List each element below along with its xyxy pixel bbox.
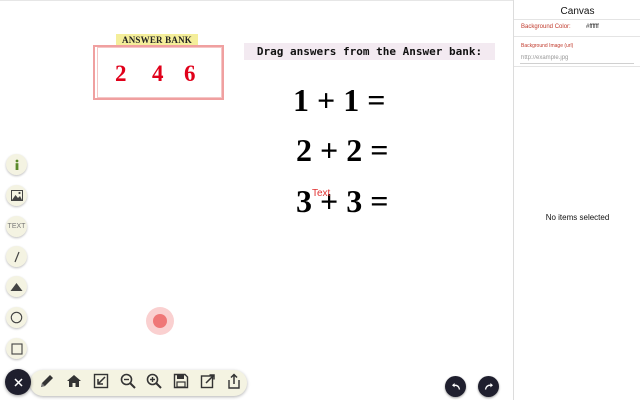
properties-panel: Canvas Background Color: #ffffff Backgro… [513, 0, 640, 400]
equation-1[interactable]: 1 + 1 = [293, 82, 385, 118]
pencil-icon [39, 373, 55, 394]
equation-2[interactable]: 2 + 2 = [296, 132, 388, 168]
touch-cursor [146, 307, 174, 335]
panel-divider [514, 66, 640, 67]
export-icon [200, 373, 216, 394]
background-color-label: Background Color: [521, 24, 571, 30]
info-tool-button[interactable] [6, 154, 27, 175]
zoom-in-icon [146, 373, 162, 394]
answer-2[interactable]: 2 [115, 60, 127, 88]
redo-icon [484, 378, 494, 396]
background-color-value[interactable]: #ffffff [586, 24, 599, 30]
image-tool-button[interactable] [6, 185, 27, 206]
answer-6[interactable]: 6 [184, 60, 196, 88]
share-icon [226, 372, 242, 394]
redo-button[interactable] [478, 376, 499, 397]
circle-icon [10, 311, 23, 324]
instruction-text: Drag answers from the Answer bank: [244, 43, 495, 60]
zoom-out-button[interactable] [118, 373, 138, 393]
info-icon [12, 159, 22, 171]
triangle-icon [10, 282, 23, 292]
circle-tool-button[interactable] [6, 307, 27, 328]
export-button[interactable] [198, 373, 218, 393]
line-tool-button[interactable] [6, 246, 27, 267]
home-icon [66, 373, 82, 394]
text-tool-button[interactable]: TEXT [6, 216, 27, 237]
close-icon [13, 374, 23, 390]
equation-3[interactable]: 3 + 3 = [296, 183, 388, 219]
square-icon [10, 342, 23, 355]
background-image-url-input[interactable] [520, 52, 634, 64]
image-icon [10, 190, 23, 201]
import-icon [93, 373, 109, 394]
share-button[interactable] [224, 372, 244, 394]
home-button[interactable] [64, 373, 84, 393]
line-icon [12, 251, 22, 263]
close-toolbar-button[interactable] [5, 369, 31, 395]
panel-divider [514, 19, 640, 20]
save-icon [173, 373, 189, 394]
text-tool-label: TEXT [7, 223, 26, 230]
whiteboard-canvas[interactable]: ANSWER BANK 2 4 6 Drag answers from the … [0, 0, 513, 400]
undo-button[interactable] [445, 376, 466, 397]
triangle-tool-button[interactable] [6, 276, 27, 297]
answer-4[interactable]: 4 [152, 60, 164, 88]
pencil-button[interactable] [37, 373, 57, 393]
panel-divider [514, 36, 640, 37]
undo-icon [451, 378, 461, 396]
text-object[interactable]: Text [312, 188, 330, 200]
import-button[interactable] [91, 373, 111, 393]
empty-selection-text: No items selected [545, 213, 610, 222]
answer-bank-box: 2 4 6 [93, 45, 224, 100]
zoom-out-icon [120, 373, 136, 394]
square-tool-button[interactable] [6, 338, 27, 359]
save-button[interactable] [171, 373, 191, 393]
panel-title: Canvas [560, 6, 595, 17]
zoom-in-button[interactable] [144, 373, 164, 393]
background-image-label: Background Image (url) [521, 43, 574, 49]
